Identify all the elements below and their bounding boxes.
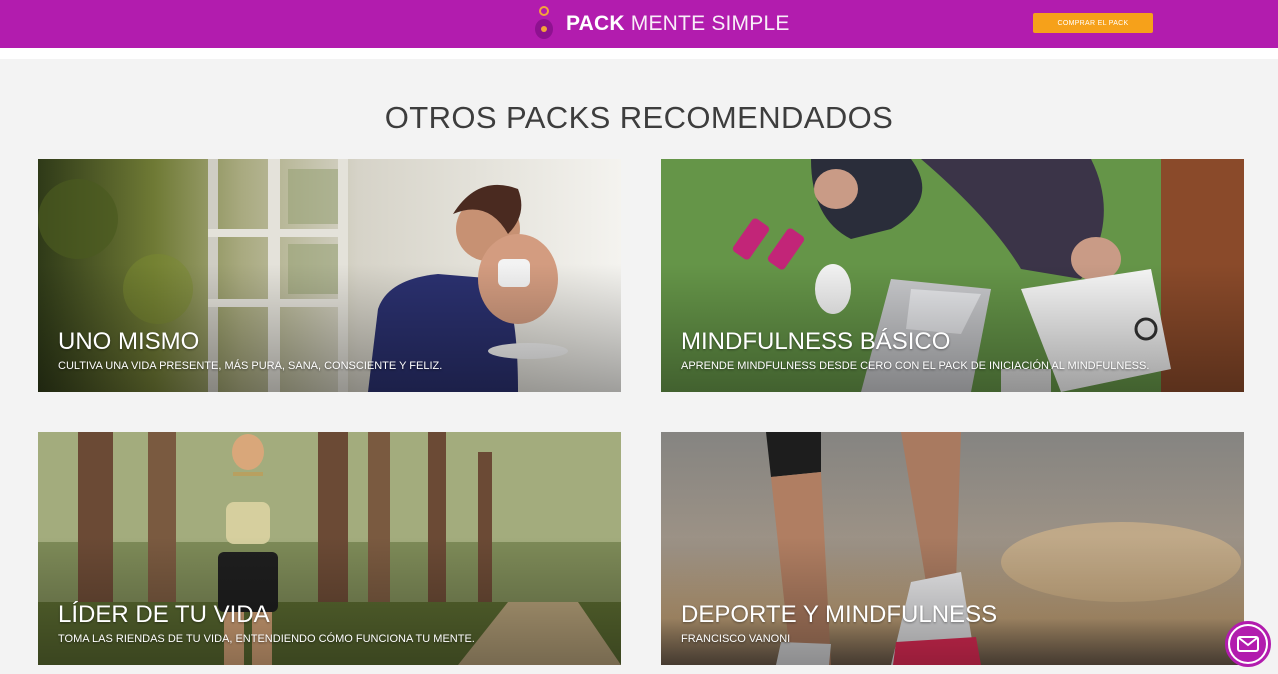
card-title: MINDFULNESS BÁSICO	[681, 328, 951, 355]
brand-name-light: MENTE SIMPLE	[624, 12, 790, 35]
buy-pack-button[interactable]: COMPRAR EL PACK	[1033, 13, 1153, 33]
card-title: LÍDER DE TU VIDA	[58, 601, 270, 628]
pack-card-lider-de-tu-vida[interactable]: LÍDER DE TU VIDA TOMA LAS RIENDAS DE TU …	[38, 432, 621, 665]
card-title: DEPORTE Y MINDFULNESS	[681, 601, 998, 628]
mail-icon	[1230, 626, 1266, 662]
brand-name-bold: PACK	[566, 12, 625, 35]
section-title: OTROS PACKS RECOMENDADOS	[384, 100, 894, 135]
card-overlay	[38, 432, 621, 665]
pack-card-deporte-y-mindfulness[interactable]: DEPORTE Y MINDFULNESS FRANCISCO VANONI	[661, 432, 1244, 665]
pack-card-uno-mismo[interactable]: UNO MISMO CULTIVA UNA VIDA PRESENTE, MÁS…	[38, 159, 621, 392]
card-subtitle: TOMA LAS RIENDAS DE TU VIDA, ENTENDIENDO…	[58, 633, 475, 645]
pack-card-mindfulness-basico[interactable]: MINDFULNESS BÁSICO APRENDE MINDFULNESS D…	[661, 159, 1244, 392]
contact-mail-button[interactable]	[1225, 621, 1271, 667]
card-overlay	[661, 159, 1244, 392]
card-overlay	[661, 432, 1244, 665]
card-subtitle: CULTIVA UNA VIDA PRESENTE, MÁS PURA, SAN…	[58, 360, 443, 372]
card-subtitle: APRENDE MINDFULNESS DESDE CERO CON EL PA…	[681, 360, 1150, 372]
lightbulb-logo-icon	[532, 4, 554, 44]
card-title: UNO MISMO	[58, 328, 200, 355]
brand-logo[interactable]: PACK MENTE SIMPLE	[532, 4, 790, 44]
brand-name: PACK MENTE SIMPLE	[566, 12, 790, 36]
header-divider	[0, 48, 1278, 59]
card-overlay	[38, 159, 621, 392]
card-subtitle: FRANCISCO VANONI	[681, 633, 791, 645]
